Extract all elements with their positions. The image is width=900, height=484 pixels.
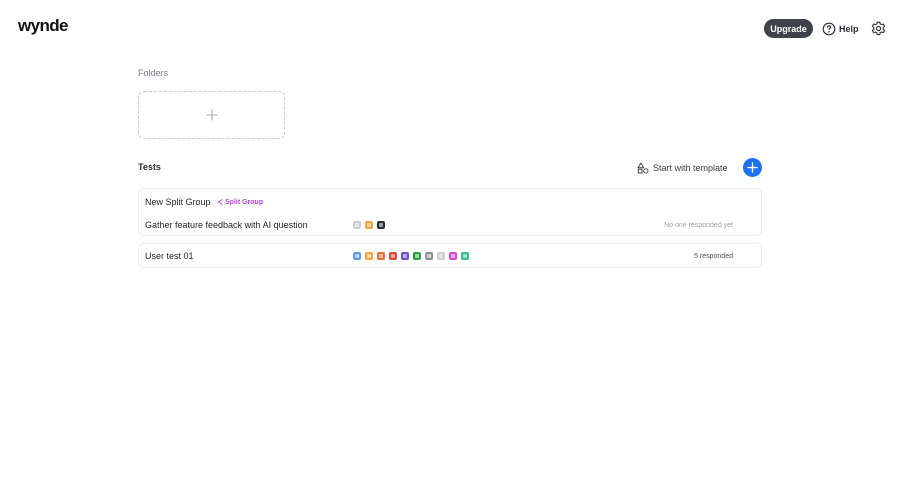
- app-logo: wynde: [18, 16, 69, 35]
- question-type-icon: [377, 252, 385, 260]
- split-group-title: New Split Group: [145, 197, 211, 207]
- question-type-icon: [437, 252, 445, 260]
- tests-heading: Tests: [138, 162, 161, 172]
- test-row[interactable]: Gather feature feedback with AI question…: [139, 215, 761, 235]
- plus-icon: [205, 109, 218, 121]
- test-card: User test 01 5 responded: [138, 243, 762, 268]
- add-folder-button[interactable]: [138, 91, 285, 139]
- help-button[interactable]: Help: [822, 20, 859, 37]
- split-group-card: New Split Group Split Group Gather featu…: [138, 188, 762, 236]
- question-type-icon: [353, 252, 361, 260]
- test-blocks: [353, 221, 385, 229]
- split-group-badge-label: Split Group: [225, 198, 264, 206]
- help-label: Help: [839, 23, 859, 34]
- question-circle-icon: [822, 22, 836, 35]
- question-type-icon: [461, 252, 469, 260]
- question-type-icon: [353, 221, 361, 229]
- question-type-icon: [401, 252, 409, 260]
- test-blocks: [353, 252, 469, 260]
- question-type-icon: [413, 252, 421, 260]
- start-with-template-button[interactable]: Start with template: [637, 160, 728, 175]
- question-type-icon: [365, 252, 373, 260]
- shapes-icon: [637, 162, 649, 173]
- split-icon: [217, 199, 223, 205]
- upgrade-button[interactable]: Upgrade: [764, 19, 813, 38]
- test-status: 5 responded: [694, 252, 733, 260]
- question-type-icon: [377, 221, 385, 229]
- test-row[interactable]: User test 01 5 responded: [139, 246, 761, 266]
- gear-icon[interactable]: [871, 21, 886, 36]
- split-group-badge: Split Group: [217, 199, 263, 206]
- test-status: No one responded yet: [664, 221, 733, 229]
- test-title: Gather feature feedback with AI question: [145, 220, 308, 230]
- question-type-icon: [389, 252, 397, 260]
- test-title: User test 01: [145, 251, 194, 261]
- question-type-icon: [425, 252, 433, 260]
- plus-icon: [747, 162, 758, 173]
- split-group-header[interactable]: New Split Group Split Group: [139, 192, 761, 212]
- start-with-template-label: Start with template: [653, 162, 728, 173]
- folders-heading: Folders: [138, 68, 169, 78]
- question-type-icon: [365, 221, 373, 229]
- new-test-button[interactable]: [743, 158, 762, 177]
- question-type-icon: [449, 252, 457, 260]
